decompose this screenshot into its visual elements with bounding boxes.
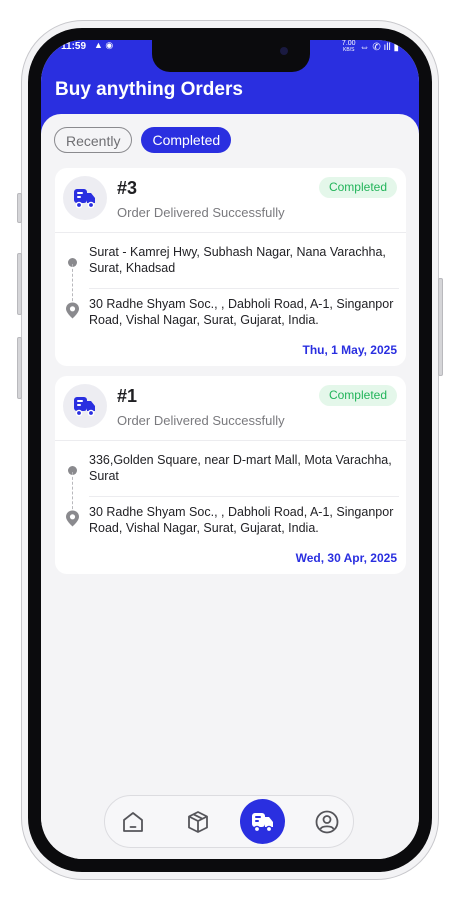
location-pin-icon bbox=[65, 302, 80, 324]
side-button bbox=[17, 193, 22, 223]
camera-icon bbox=[280, 47, 288, 55]
order-status-text: Order Delivered Successfully bbox=[117, 413, 285, 428]
volume-up-button bbox=[17, 253, 22, 315]
delivery-truck-icon bbox=[63, 384, 107, 428]
status-right-icons: 7.00 KB/S ⇔ ✆ ıll ▮ bbox=[342, 40, 399, 54]
order-date: Wed, 30 Apr, 2025 bbox=[295, 551, 397, 565]
divider bbox=[55, 440, 406, 441]
route-line bbox=[72, 264, 73, 306]
status-time: 11:59 bbox=[61, 41, 87, 52]
network-speed-value: 7.00 bbox=[341, 40, 356, 47]
route-line bbox=[72, 472, 73, 514]
tab-recently[interactable]: Recently bbox=[54, 127, 133, 153]
orders-content: Recently Completed #3 Order Delivered Su… bbox=[41, 114, 419, 859]
order-number: #3 bbox=[117, 178, 138, 198]
delivery-truck-icon bbox=[63, 176, 107, 220]
profile-icon bbox=[315, 810, 338, 833]
pickup-address: Surat - Kamrej Hwy, Subhash Nagar, Nana … bbox=[89, 245, 386, 275]
delivery-truck-icon bbox=[251, 812, 273, 832]
power-button bbox=[438, 278, 443, 376]
order-status-text: Order Delivered Successfully bbox=[117, 205, 285, 220]
location-pin-icon bbox=[65, 510, 80, 532]
order-tabs: Recently Completed bbox=[54, 127, 232, 153]
page-title: Buy anything Orders bbox=[55, 79, 243, 100]
divider bbox=[89, 496, 399, 497]
notification-icons: ▲ ◉ bbox=[94, 40, 114, 50]
volume-down-button bbox=[17, 337, 22, 399]
home-icon bbox=[122, 811, 143, 832]
nav-orders[interactable] bbox=[240, 799, 285, 844]
nav-profile[interactable] bbox=[304, 799, 349, 844]
tab-completed[interactable]: Completed bbox=[141, 127, 232, 153]
bottom-nav bbox=[104, 795, 354, 848]
signal-battery-icons: ⇔ ✆ ıll ▮ bbox=[359, 41, 399, 53]
divider bbox=[55, 232, 406, 233]
camera-notch bbox=[152, 40, 310, 72]
order-date: Thu, 1 May, 2025 bbox=[302, 343, 397, 357]
network-speed: 7.00 KB/S bbox=[342, 40, 356, 54]
nav-packages[interactable] bbox=[175, 799, 220, 844]
divider bbox=[89, 288, 399, 289]
nav-home[interactable] bbox=[110, 799, 155, 844]
order-number: #1 bbox=[117, 386, 138, 406]
app-screen: 11:59 ▲ ◉ 7.00 KB/S ⇔ ✆ ıll ▮ Buy anythi… bbox=[41, 40, 419, 859]
box-icon bbox=[187, 810, 208, 833]
status-badge: Completed bbox=[318, 385, 397, 406]
order-card[interactable]: #3 Order Delivered Successfully Complete… bbox=[55, 168, 406, 366]
network-speed-unit: KB/S bbox=[343, 47, 355, 53]
status-badge: Completed bbox=[318, 177, 397, 198]
drop-address: 30 Radhe Shyam Soc., , Dabholi Road, A-1… bbox=[89, 505, 394, 535]
order-card[interactable]: #1 Order Delivered Successfully Complete… bbox=[55, 376, 406, 574]
pickup-address: 336,Golden Square, near D-mart Mall, Mot… bbox=[89, 453, 392, 483]
drop-address: 30 Radhe Shyam Soc., , Dabholi Road, A-1… bbox=[89, 297, 394, 327]
